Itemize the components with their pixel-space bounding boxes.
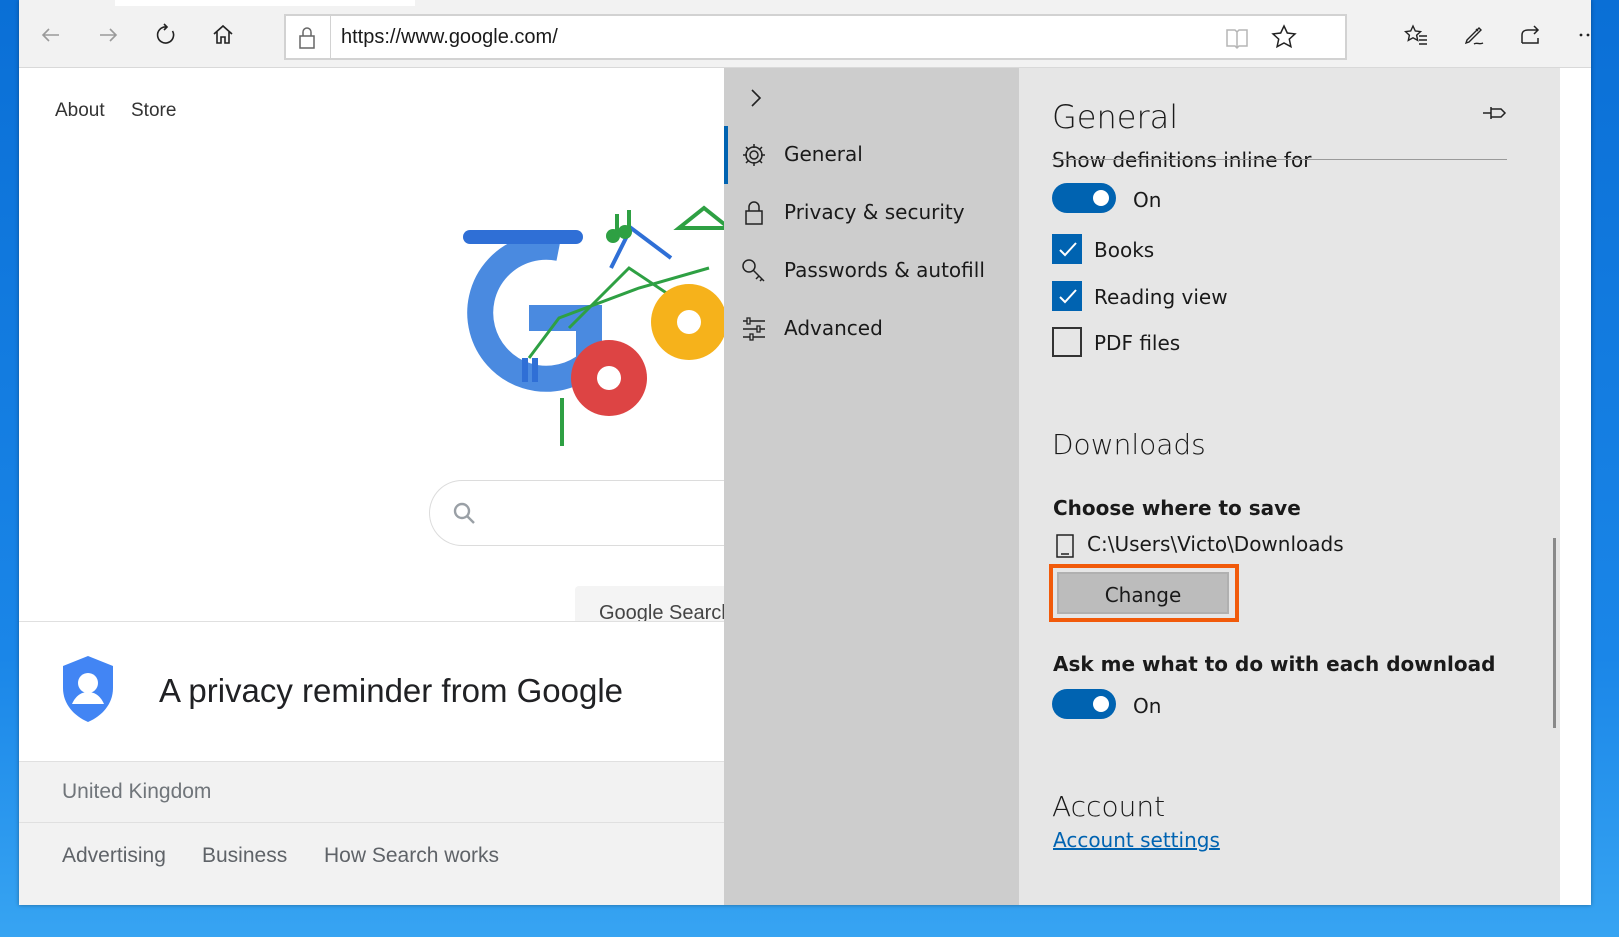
back-button[interactable]: [28, 12, 74, 58]
account-settings-link[interactable]: Account settings: [1053, 828, 1220, 852]
url-text[interactable]: https://www.google.com/: [341, 26, 558, 49]
pin-icon[interactable]: [1481, 103, 1507, 123]
privacy-title: A privacy reminder from Google: [159, 672, 624, 709]
settings-nav-passwords[interactable]: Passwords & autofill: [724, 242, 1019, 300]
lock-icon: [745, 201, 763, 225]
store-link[interactable]: Store: [131, 100, 176, 122]
chevron-right-icon[interactable]: [744, 86, 768, 110]
nav-label-privacy: Privacy & security: [784, 200, 965, 224]
browser-toolbar: https://www.google.com/: [19, 0, 1591, 68]
definitions-toggle-label: On: [1133, 188, 1162, 212]
address-bar[interactable]: https://www.google.com/: [284, 14, 1347, 60]
google-search-input[interactable]: [429, 480, 769, 546]
how-search-works-link[interactable]: How Search works: [324, 844, 499, 868]
clipped-heading-text: Show definitions inline for: [1052, 148, 1312, 168]
forward-icon: [100, 28, 118, 42]
active-tab-edge: [115, 0, 415, 6]
browser-window: https://www.google.com/ About Store Goog…: [19, 0, 1591, 905]
check-icon: [1059, 242, 1077, 257]
share-button[interactable]: [1508, 12, 1554, 58]
privacy-reminder-card: A privacy reminder from Google: [19, 621, 749, 761]
choose-save-label: Choose where to save: [1053, 496, 1301, 520]
about-link[interactable]: About: [55, 100, 105, 122]
nav-label-advanced: Advanced: [784, 316, 883, 340]
settings-general-pane: General Show definitions inline for On B…: [1019, 68, 1560, 905]
address-separator: [330, 16, 331, 58]
forward-button[interactable]: [85, 12, 131, 58]
refresh-icon: [156, 23, 175, 44]
country-label: United Kingdom: [62, 780, 212, 803]
lock-icon: [299, 27, 315, 49]
change-button[interactable]: Change: [1057, 572, 1229, 614]
pdf-files-label: PDF files: [1094, 331, 1181, 355]
ask-download-label: Ask me what to do with each download: [1053, 652, 1496, 676]
business-link[interactable]: Business: [202, 844, 287, 868]
more-button[interactable]: [1565, 12, 1591, 58]
advertising-link[interactable]: Advertising: [62, 844, 166, 868]
favorite-star-icon[interactable]: [1271, 24, 1297, 50]
ask-download-toggle[interactable]: [1052, 689, 1116, 719]
reading-view-checkbox[interactable]: [1052, 281, 1082, 311]
pen-icon: [1464, 27, 1484, 45]
refresh-button[interactable]: [143, 12, 189, 58]
search-icon: [453, 502, 475, 524]
clipped-heading: Show definitions inline for: [1052, 138, 1512, 168]
pdf-files-checkbox[interactable]: [1052, 327, 1082, 357]
settings-nav-privacy[interactable]: Privacy & security: [724, 184, 1019, 242]
definitions-toggle[interactable]: [1052, 183, 1116, 213]
notes-button[interactable]: [1451, 12, 1497, 58]
settings-nav-general[interactable]: General: [724, 126, 1019, 184]
sliders-icon: [743, 317, 765, 341]
check-icon: [1059, 289, 1077, 304]
footer-links-bar: Advertising Business How Search works: [19, 823, 749, 905]
key-icon: [742, 259, 765, 282]
footer-country-bar: United Kingdom: [19, 761, 749, 823]
settings-nav-advanced[interactable]: Advanced: [724, 300, 1019, 358]
gear-icon: [743, 144, 765, 166]
favorites-icon: [1404, 24, 1427, 45]
reading-view-icon[interactable]: [1224, 25, 1250, 51]
favorites-button[interactable]: [1393, 12, 1439, 58]
reading-view-label: Reading view: [1094, 285, 1228, 309]
nav-label-passwords: Passwords & autofill: [784, 258, 985, 282]
account-heading: Account: [1052, 790, 1166, 823]
nav-label-general: General: [784, 142, 863, 166]
books-label: Books: [1094, 238, 1155, 262]
ask-download-toggle-label: On: [1133, 694, 1162, 718]
title-divider: [1052, 159, 1507, 160]
settings-nav-pane: General Privacy & security Passwords & a…: [724, 68, 1019, 905]
more-icon: [1579, 33, 1590, 37]
back-icon: [41, 28, 59, 42]
books-checkbox[interactable]: [1052, 234, 1082, 264]
downloads-heading: Downloads: [1052, 428, 1206, 461]
share-icon: [1521, 25, 1540, 44]
download-path: C:\Users\Victo\Downloads: [1087, 532, 1344, 556]
google-doodle[interactable]: [429, 188, 759, 518]
device-icon: [1056, 534, 1074, 558]
google-homepage: About Store Google Search A privacy remi…: [19, 68, 775, 905]
shield-icon: [63, 656, 113, 722]
home-button[interactable]: [200, 12, 246, 58]
scrollbar[interactable]: [1553, 538, 1556, 728]
pane-title: General: [1052, 98, 1179, 136]
home-icon: [213, 24, 233, 44]
